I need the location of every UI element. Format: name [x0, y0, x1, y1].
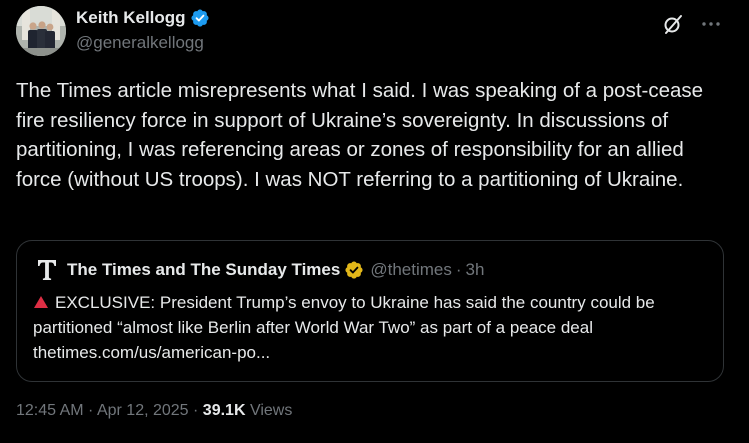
quoted-tweet-text: EXCLUSIVE: President Trump’s envoy to Uk… [33, 293, 655, 362]
author-avatar[interactable] [16, 6, 66, 56]
tweet-time[interactable]: 12:45 AM [16, 402, 84, 419]
the-times-logo-icon [38, 260, 56, 280]
meta-separator: · [188, 402, 203, 419]
meta-separator: · [83, 402, 97, 419]
author-name-row[interactable]: Keith Kellogg [76, 8, 210, 28]
tweet-text: The Times article misrepresents what I s… [16, 79, 709, 191]
more-horizontal-icon[interactable] [699, 12, 723, 36]
quoted-tweet-body: EXCLUSIVE: President Trump’s envoy to Uk… [33, 290, 723, 365]
verified-badge-icon [191, 9, 209, 27]
gold-verified-badge-icon [345, 261, 363, 279]
author-handle[interactable]: @generalkellogg [76, 33, 204, 53]
quoted-tweet-time[interactable]: 3h [466, 260, 485, 280]
views-label: Views [245, 402, 293, 419]
tweet-meta: 12:45 AM · Apr 12, 2025 · 39.1K Views [16, 402, 292, 420]
separator-dot: · [455, 260, 462, 279]
grok-icon[interactable] [661, 12, 685, 36]
author-name[interactable]: Keith Kellogg [76, 8, 186, 28]
quoted-author-handle[interactable]: @thetimes [370, 260, 452, 280]
quoted-author-name[interactable]: The Times and The Sunday Times [67, 260, 340, 280]
avatar-photo [16, 6, 66, 56]
quoted-tweet-card[interactable]: The Times and The Sunday Times @thetimes… [16, 240, 724, 382]
tweet: Keith Kellogg @generalkellogg The Times … [0, 0, 749, 443]
tweet-date[interactable]: Apr 12, 2025 [97, 402, 189, 419]
quoted-tweet-header: The Times and The Sunday Times @thetimes… [37, 259, 484, 281]
views-count: 39.1K [202, 402, 246, 419]
red-triangle-icon [34, 296, 48, 308]
